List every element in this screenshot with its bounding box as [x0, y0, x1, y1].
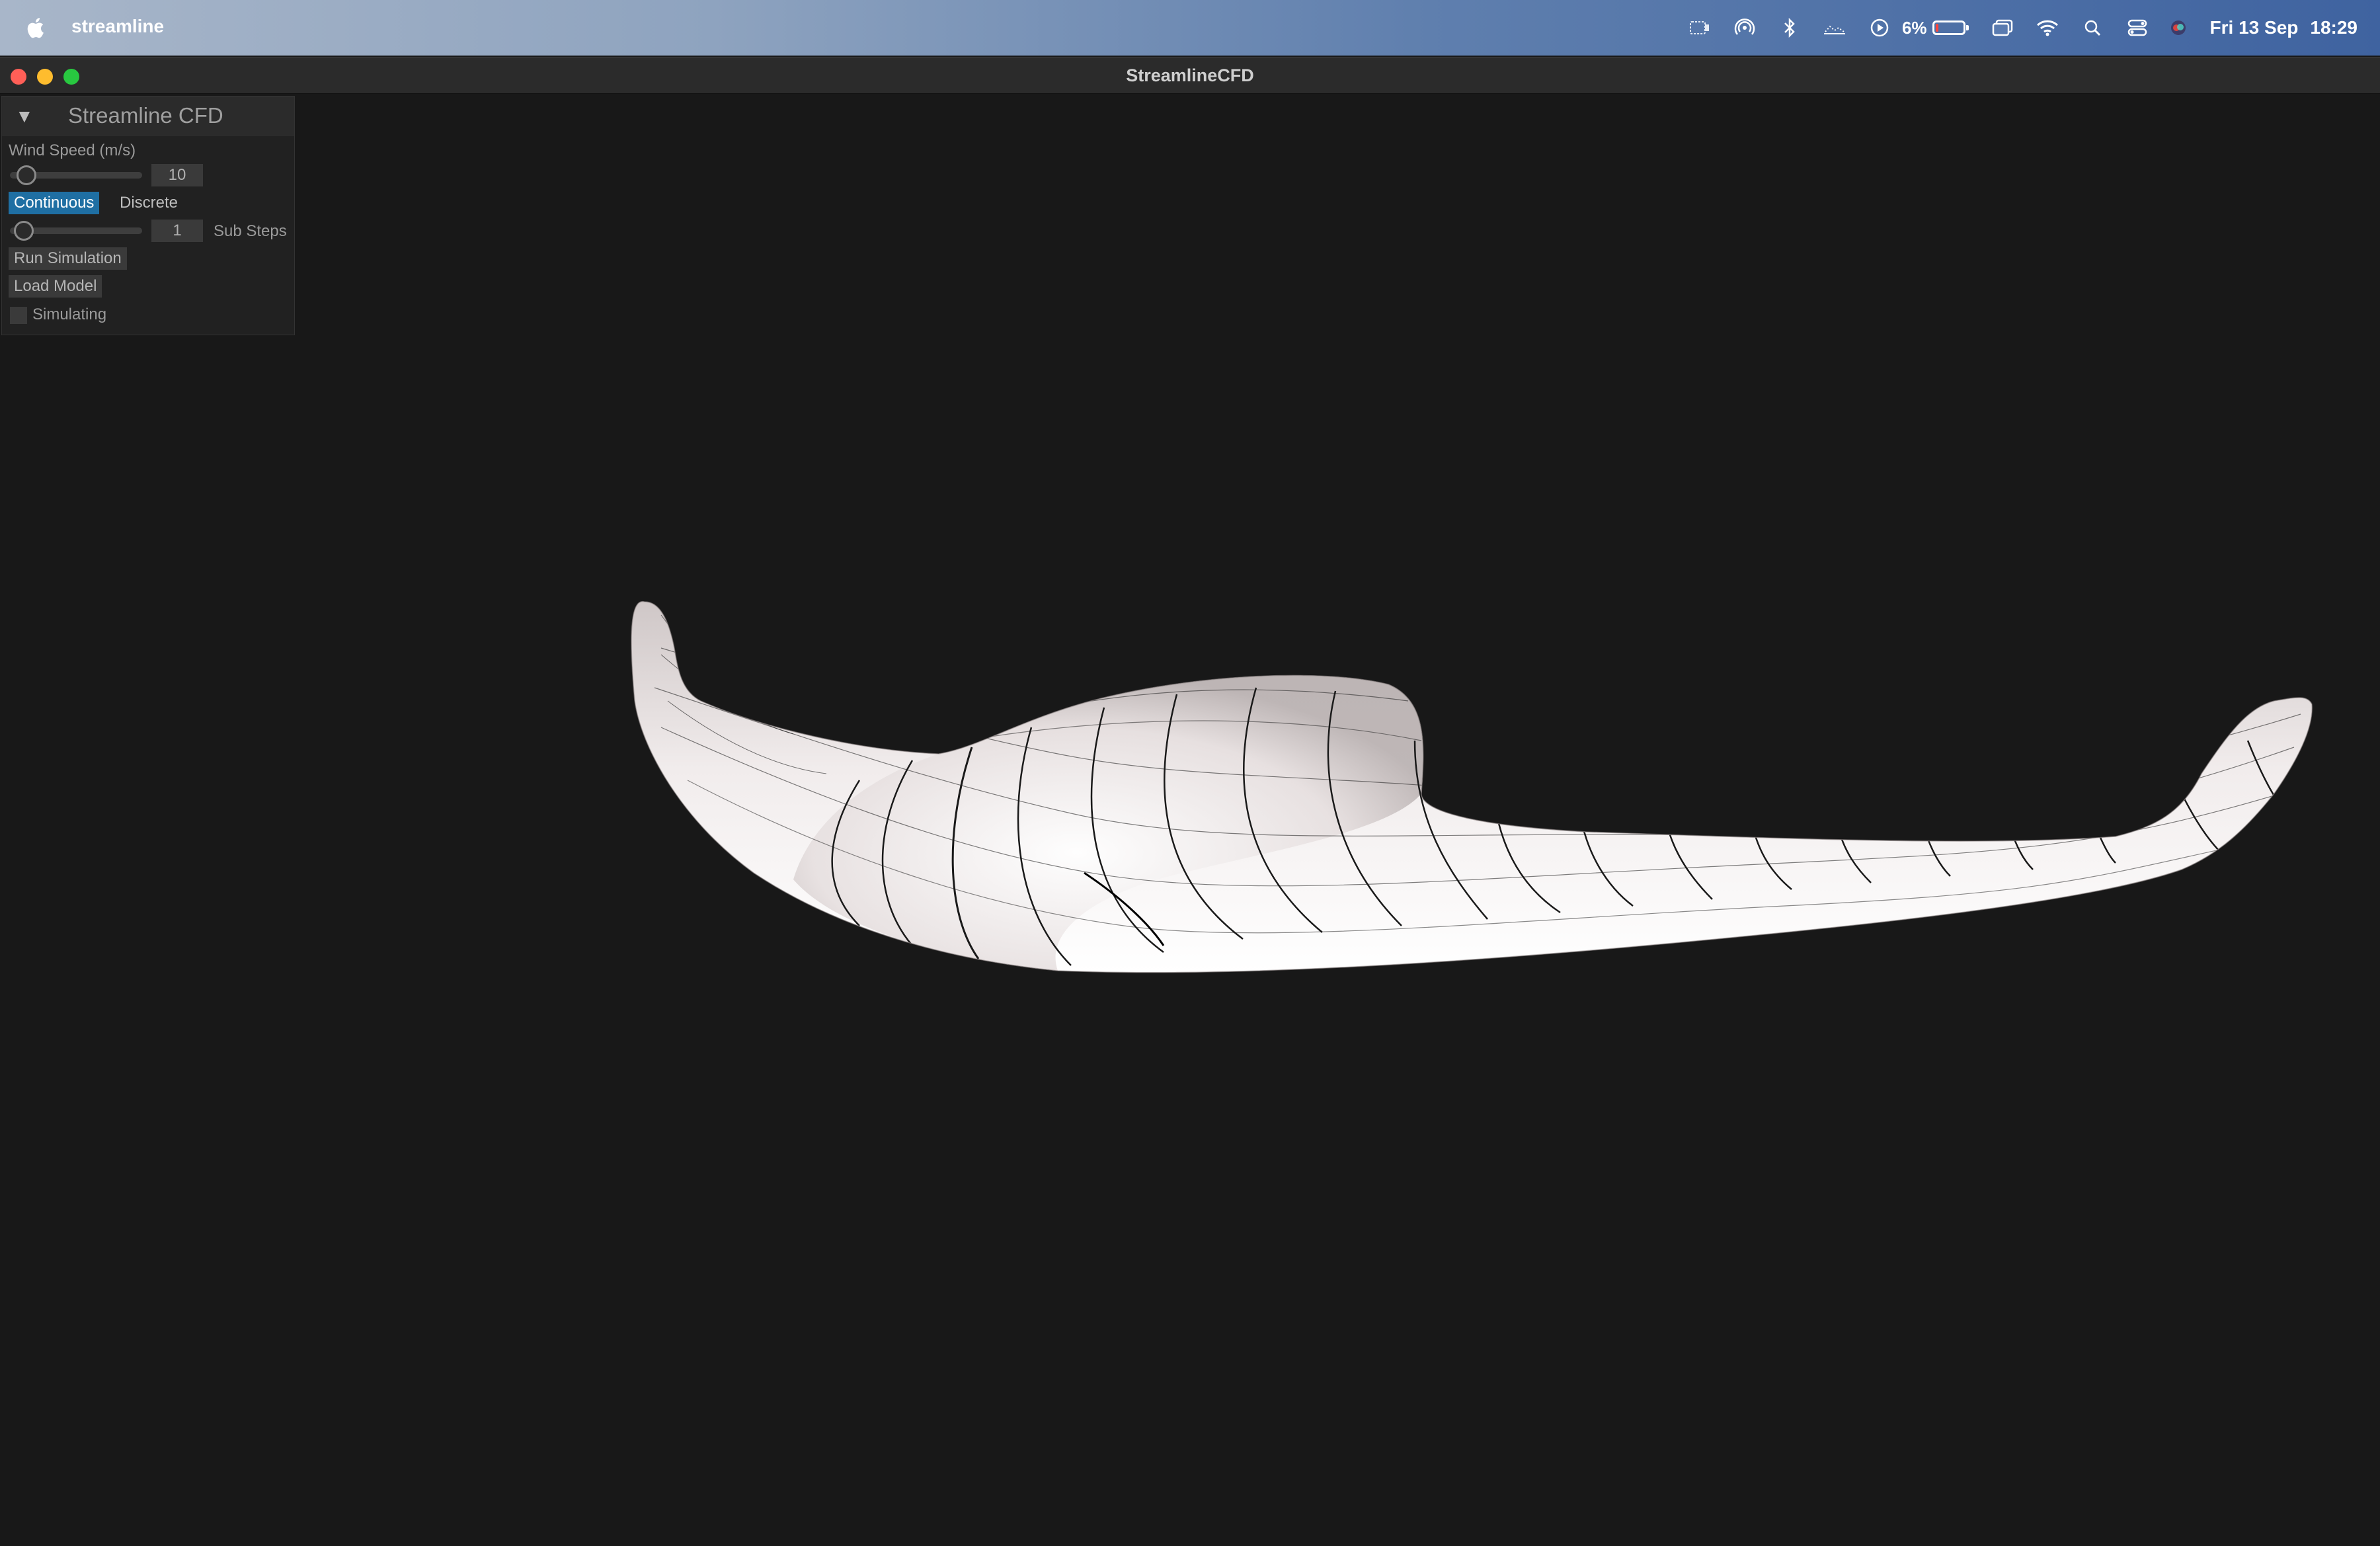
sub-steps-label: Sub Steps — [214, 222, 287, 240]
sub-steps-value[interactable]: 1 — [151, 220, 203, 242]
render-viewport[interactable] — [0, 94, 2380, 1546]
window-title: StreamlineCFD — [1126, 65, 1254, 85]
wind-speed-value[interactable]: 10 — [151, 164, 203, 186]
menu-bar: streamline 6% Fri 13 Sep 18:29 — [0, 0, 2380, 56]
battery-icon — [1932, 20, 1969, 35]
battery-indicator[interactable]: 6% — [1902, 18, 1980, 38]
status-area: 6% Fri 13 Sep 18:29 — [1677, 0, 2358, 56]
discrete-button[interactable]: Discrete — [114, 192, 183, 214]
load-model-button[interactable]: Load Model — [9, 275, 102, 298]
collapse-icon[interactable]: ▼ — [15, 106, 34, 127]
clock-date: Fri 13 Sep — [2209, 17, 2299, 38]
search-icon[interactable] — [2070, 0, 2115, 56]
mirroring-icon[interactable] — [1980, 0, 2025, 56]
aircraft-model — [631, 600, 2313, 973]
app-name[interactable]: streamline — [71, 16, 164, 37]
wind-speed-slider-knob[interactable] — [17, 165, 36, 185]
play-icon[interactable] — [1857, 0, 1902, 56]
run-simulation-button[interactable]: Run Simulation — [9, 247, 127, 270]
panel-header[interactable]: ▼ Streamline CFD — [2, 97, 294, 136]
continuous-button[interactable]: Continuous — [9, 192, 100, 214]
clock-time: 18:29 — [2310, 17, 2358, 38]
control-center-icon[interactable] — [2115, 0, 2160, 56]
bluetooth-icon[interactable] — [1767, 0, 1812, 56]
battery-percent: 6% — [1901, 17, 1927, 38]
airdrop-icon[interactable] — [1722, 0, 1767, 56]
sub-steps-slider-knob[interactable] — [14, 221, 34, 241]
simulating-label: Simulating — [32, 305, 107, 323]
display-icon[interactable] — [1677, 0, 1722, 56]
panel-title: Streamline CFD — [68, 103, 223, 128]
wind-speed-label: Wind Speed (m/s) — [9, 142, 136, 159]
siri-icon[interactable] — [2160, 0, 2197, 56]
window-titlebar[interactable]: StreamlineCFD — [0, 57, 2380, 94]
control-panel: ▼ Streamline CFD Wind Speed (m/s) 10 Con… — [1, 96, 295, 335]
clock[interactable]: Fri 13 Sep 18:29 — [2210, 17, 2358, 38]
apple-icon[interactable] — [25, 15, 48, 41]
stage-manager-icon[interactable] — [1812, 0, 1857, 56]
simulating-checkbox[interactable] — [10, 307, 27, 324]
wifi-icon[interactable] — [2025, 0, 2070, 56]
